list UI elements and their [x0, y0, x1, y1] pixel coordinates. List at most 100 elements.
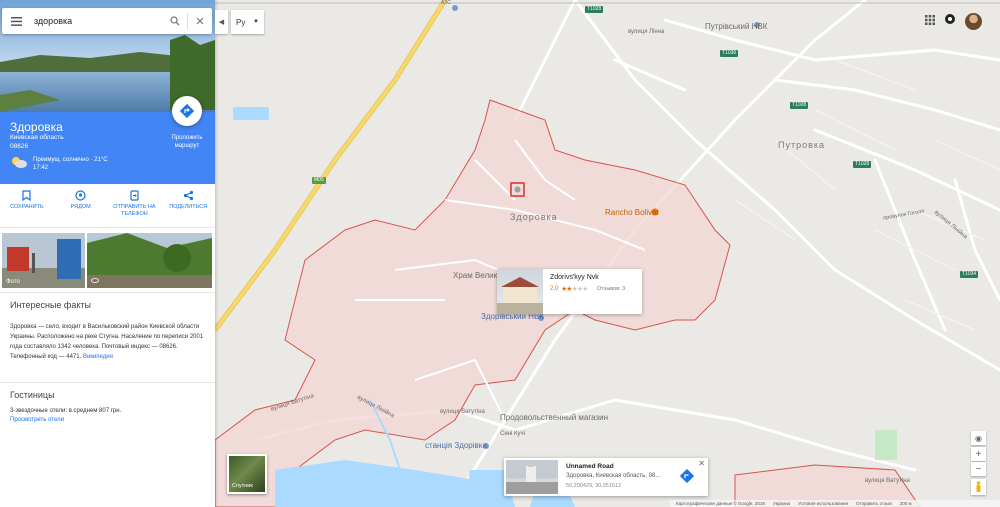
collapse-panel-button[interactable]: ◀ — [215, 10, 228, 34]
nearby-label: РЯДОМ — [70, 204, 91, 210]
station-label: станція Здорівка — [425, 441, 487, 450]
save-button[interactable]: СОХРАНИТЬ — [0, 184, 54, 227]
azs-label: АЗС — [441, 0, 451, 6]
directions-button[interactable] — [172, 96, 202, 126]
footer-country[interactable]: Украина — [773, 501, 790, 506]
action-bar: СОХРАНИТЬ РЯДОМ ОТПРАВИТЬ НА ТЕЛЕФОН ПОД… — [0, 184, 215, 228]
avatar[interactable] — [965, 12, 982, 30]
satellite-toggle[interactable]: Спутник — [227, 454, 267, 494]
search-input[interactable]: здоровка — [30, 16, 163, 26]
zoom-in-button[interactable]: + — [971, 447, 986, 461]
footer-feedback[interactable]: Отправить отзыв — [856, 501, 892, 506]
footer-scale[interactable]: 200 м — [900, 501, 912, 506]
share-label: ПОДЕЛИТЬСЯ — [169, 204, 208, 210]
photo-street-view[interactable] — [87, 233, 212, 288]
photo-caption: Фото — [6, 279, 20, 285]
address-coords: 50.200429, 30.251512 — [566, 483, 622, 489]
street-view-icon — [91, 278, 99, 285]
putrov-nvk-label: Путрівський НВК — [705, 22, 768, 31]
weather-icon — [10, 155, 28, 174]
place-title: Здоровка — [10, 120, 63, 134]
my-location-icon: ◉ — [975, 433, 982, 443]
directions-icon — [180, 104, 194, 118]
facts-text: Здоровка — село, входит в Васильковский … — [10, 322, 206, 362]
send-to-phone-label: ОТПРАВИТЬ НА ТЕЛЕФОН — [113, 204, 156, 217]
road-t1034-shield: T1034 — [960, 271, 979, 278]
place-hero-photo[interactable]: здоровка — [0, 0, 215, 112]
footer-terms[interactable]: Условия использования — [798, 501, 848, 506]
divider — [0, 382, 215, 383]
place-header: Здоровка Киевская область 08626 Преимущ.… — [0, 96, 215, 184]
zoom-out-button[interactable]: − — [971, 462, 986, 476]
map-base — [215, 0, 1000, 507]
place-thumbnail — [497, 269, 543, 314]
notifications-icon[interactable] — [945, 12, 955, 30]
street-vatutina2-label: вулиця Ватутіна — [440, 409, 485, 415]
divider — [0, 292, 215, 293]
search-icon[interactable] — [163, 8, 187, 34]
top-right-controls — [925, 12, 982, 30]
shop2-label: Сині Кучі — [500, 431, 525, 437]
my-location-button[interactable]: ◉ — [971, 431, 986, 445]
address-title: Unnamed Road — [566, 463, 614, 470]
weather-time: 17:42 — [33, 165, 49, 171]
plus-icon: + — [975, 448, 982, 460]
putrovka-label: Путровка — [778, 140, 826, 150]
chevron-down-icon: ▼ — [253, 19, 259, 25]
address-card[interactable]: Unnamed Road Здоровка, Киевская область,… — [504, 458, 708, 496]
side-panel: здоровка Здоровка Киевская область 08626… — [0, 0, 215, 507]
language-value: Ру — [236, 17, 246, 27]
place-zip: 08626 — [10, 143, 29, 150]
place-reviews: Отзывов: 3 — [597, 286, 626, 292]
map-canvas[interactable]: Здоровка Путровка Путрівський НВК Rancho… — [215, 0, 1000, 507]
menu-icon[interactable] — [2, 8, 30, 34]
share-icon — [183, 190, 193, 201]
road-t1028-shield-2: T1028 — [790, 102, 809, 109]
satellite-label: Спутник — [232, 483, 253, 489]
pegman-icon — [976, 481, 981, 492]
minus-icon: − — [975, 463, 982, 475]
place-name: Zdorivs'kyy Nvk — [550, 274, 599, 281]
search-box[interactable]: здоровка — [2, 8, 212, 34]
place-hover-card[interactable]: Zdorivs'kyy Nvk 2,0 ★★★★★ Отзывов: 3 — [497, 269, 642, 314]
save-label: СОХРАНИТЬ — [10, 204, 44, 210]
place-region: Киевская область — [10, 134, 64, 141]
bookmark-icon — [22, 190, 31, 201]
directions-icon[interactable] — [679, 468, 695, 488]
place-rating: 2,0 — [550, 286, 559, 292]
maps-screen: Здоровка Путровка Путрівський НВК Rancho… — [0, 0, 1000, 507]
apps-icon[interactable] — [925, 12, 935, 30]
send-to-phone-button[interactable]: ОТПРАВИТЬ НА ТЕЛЕФОН — [108, 184, 162, 227]
facts-title: Интересные факты — [10, 300, 91, 310]
rancho-label: Rancho Bolivar — [605, 208, 660, 217]
photo-strip: Фото — [2, 233, 212, 288]
share-button[interactable]: ПОДЕЛИТЬСЯ — [161, 184, 215, 227]
road-m05-shield: M05 — [312, 177, 326, 184]
close-icon[interactable] — [188, 8, 212, 34]
close-icon[interactable]: ✕ — [698, 459, 705, 468]
street-view-thumbnail[interactable] — [506, 460, 558, 494]
rating-stars-icon: ★★★★★ — [561, 286, 588, 293]
road-t1028-shield: T1028 — [585, 6, 604, 13]
village-label: Здоровка — [510, 212, 558, 222]
address-line: Здоровка, Киевская область, 08... — [566, 473, 661, 479]
road-t1028-shield-3: T1028 — [853, 161, 872, 168]
street-vatutina3-label: вулиця Ватутіна — [865, 478, 910, 484]
nearby-icon — [75, 190, 86, 201]
nearby-button[interactable]: РЯДОМ — [54, 184, 108, 227]
directions-label: Проложить маршрут — [171, 135, 203, 149]
hotels-title: Гостиницы — [10, 390, 55, 400]
weather-text: Преимущ. солнечно · 21°C — [33, 157, 108, 163]
road-t1036-shield: T1036 — [720, 50, 739, 57]
footer-copyright: Картографические данные © Google, 2018 — [676, 501, 765, 506]
language-select[interactable]: Ру ▼ — [231, 10, 264, 34]
view-hotels-link[interactable]: Просмотреть отели — [10, 415, 206, 425]
shop-label: Продовольственный магазин — [500, 413, 609, 422]
chevron-left-icon: ◀ — [218, 19, 225, 26]
photo-playground[interactable]: Фото — [2, 233, 85, 288]
wikipedia-link[interactable]: Википедия — [83, 354, 113, 360]
street-linna-label: вулиця Лінна — [628, 29, 665, 35]
send-to-phone-icon — [130, 190, 139, 201]
map-footer: Картографические данные © Google, 2018 У… — [670, 500, 1000, 507]
pegman-button[interactable] — [971, 479, 986, 495]
